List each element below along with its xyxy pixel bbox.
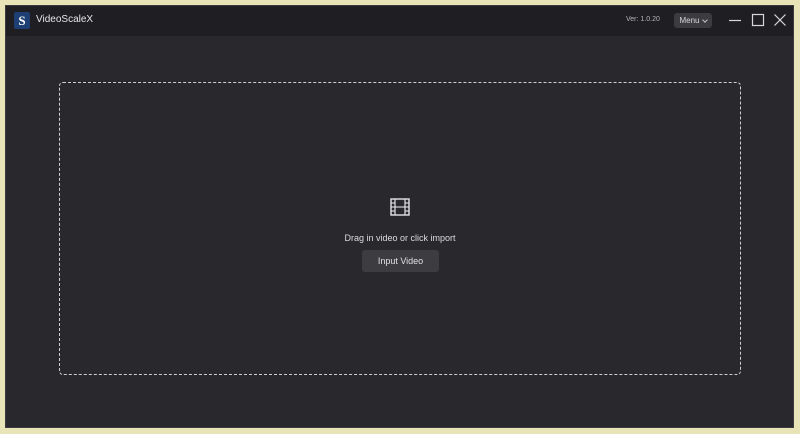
app-window: S VideoScaleX Ver: 1.0.20 Menu Drag in v… (5, 5, 794, 428)
video-dropzone[interactable]: Drag in video or click import Input Vide… (59, 82, 741, 375)
menu-button[interactable]: Menu (674, 13, 712, 28)
maximize-button[interactable] (750, 12, 766, 28)
chevron-down-icon (701, 16, 708, 23)
app-logo: S (14, 12, 30, 29)
input-video-button[interactable]: Input Video (362, 250, 439, 272)
close-icon (774, 14, 786, 26)
menu-button-label: Menu (679, 16, 700, 25)
version-label: Ver: 1.0.20 (626, 16, 660, 23)
minimize-button[interactable] (727, 12, 743, 28)
close-button[interactable] (772, 12, 788, 28)
minimize-icon (729, 19, 741, 22)
app-title: VideoScaleX (36, 14, 94, 25)
titlebar[interactable]: S VideoScaleX Ver: 1.0.20 Menu (6, 6, 793, 36)
dropzone-hint: Drag in video or click import (344, 233, 456, 243)
film-icon (390, 198, 410, 216)
maximize-icon (751, 13, 765, 27)
